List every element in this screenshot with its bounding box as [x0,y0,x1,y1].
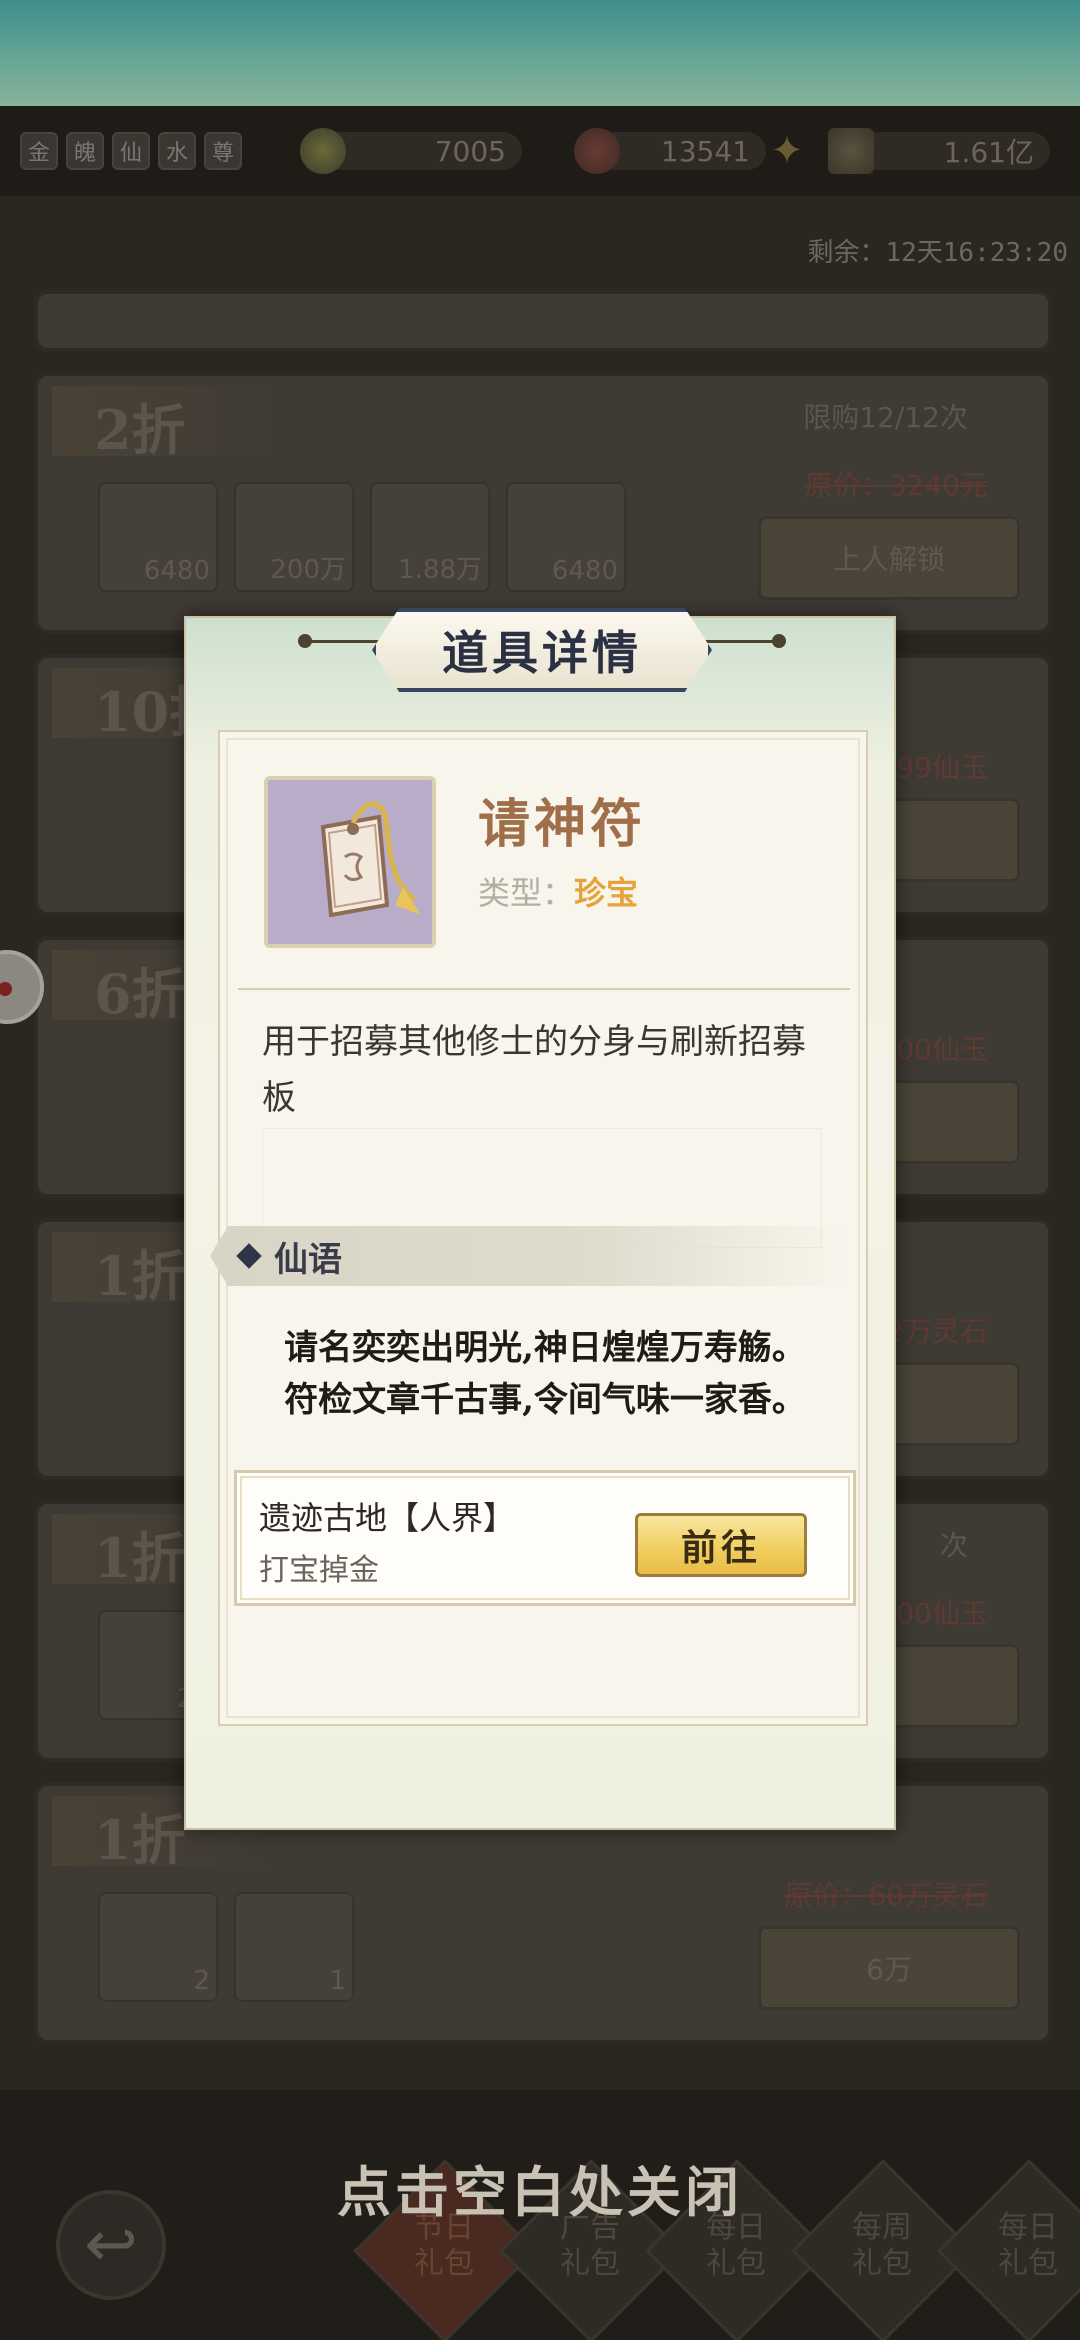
gift-item[interactable]: 6480 [506,482,626,592]
item-count: 200万 [270,555,346,585]
item-type-label: 类型： [478,874,575,912]
talisman-icon [264,776,436,948]
source-subtitle: 打宝掉金 [259,1553,379,1588]
original-price: 99仙玉 [896,751,988,784]
buff-icon-2[interactable]: 魄 [66,132,104,170]
jade-icon [574,128,620,174]
gift-card: 2折 6480 200万 1.88万 6480 限购12/12次 原价：3240… [34,372,1052,634]
currency-bar: 金 魄 仙 水 尊 7005 13541 ✦ 1.61亿 [0,106,1080,196]
close-hint[interactable]: 点击空白处关闭 [0,2148,1080,2227]
section-header-xianyu: 仙语 [210,1226,850,1286]
discount-label: 2折 [52,386,292,462]
gift-card-partial [34,290,1052,352]
buff-icons: 金 魄 仙 水 尊 [20,132,242,170]
gift-item[interactable]: 6480 [98,482,218,592]
buff-icon-5[interactable]: 尊 [204,132,242,170]
spirit-stone-amount: 1.61亿 [850,132,1050,170]
item-type-value: 珍宝 [574,874,639,912]
item-count: 6480 [143,556,210,586]
spirit-orb-amount: 7005 [322,132,522,170]
poem-line-1: 请名奕奕出明光,神日煌煌万寿觞。 [284,1328,806,1368]
item-detail-dialog: 道具详情 请神符 类型：珍宝 用于招募其他修士的分身与刷新招募板 仙语 请名奕奕… [184,608,896,1830]
go-button[interactable]: 前往 [635,1513,807,1577]
spirit-orb-currency: 7005 [300,128,522,174]
jade-currency: 13541 [574,128,766,174]
original-price: 原价：60万灵石 [784,1879,988,1912]
original-price: 原价：3240元 [804,469,988,502]
original-price: 00仙玉 [896,1597,988,1630]
buy-button[interactable]: 6万 [758,1926,1020,2010]
plus-icon[interactable]: ✦ [768,131,806,171]
flavor-poem: 请名奕奕出明光,神日煌煌万寿觞。 符检文章千古事,令间气味一家香。 [220,1322,870,1426]
item-count: 2 [193,1966,210,1996]
jade-amount: 13541 [596,132,766,170]
item-source-entry: 遗迹古地【人界】 打宝掉金 前往 [234,1470,856,1606]
purchase-limit: 限购12/12次 [803,401,968,434]
spirit-stone-icon [828,128,874,174]
buff-icon-3[interactable]: 仙 [112,132,150,170]
poem-line-2: 符检文章千古事,令间气味一家香。 [284,1380,806,1420]
jade-add[interactable]: ✦ [768,128,806,174]
gift-item[interactable]: 1.88万 [370,482,490,592]
original-price: 2万灵石 [886,1315,988,1348]
gift-item[interactable]: 1 [234,1892,354,2002]
buff-icon-4[interactable]: 水 [158,132,196,170]
purchase-limit: 次 [939,1529,968,1562]
dialog-title: 道具详情 [442,626,642,680]
item-type-row: 类型：珍宝 [478,868,638,914]
source-name: 遗迹古地【人界】 [259,1499,516,1537]
dialog-content: 请神符 类型：珍宝 用于招募其他修士的分身与刷新招募板 仙语 请名奕奕出明光,神… [210,730,870,1726]
top-banner [0,0,1080,106]
gift-item[interactable]: 200万 [234,482,354,592]
dialog-title-plate: 道具详情 [372,608,712,692]
spirit-orb-icon [300,128,346,174]
remaining-time: 剩余：12天16:23:20 [807,238,1068,268]
original-price: 00仙玉 [896,1033,988,1066]
spirit-stone-currency: 1.61亿 [828,128,1050,174]
gift-item[interactable]: 2 [98,1892,218,2002]
divider [238,988,850,990]
item-description: 用于招募其他修士的分身与刷新招募板 [262,1022,806,1118]
diamond-bullet-icon [236,1243,262,1269]
item-count: 1.88万 [398,555,482,585]
item-count: 1 [329,1966,346,1996]
buff-icon-1[interactable]: 金 [20,132,58,170]
unlock-button[interactable]: 上人解锁 [758,516,1020,600]
item-name: 请神符 [478,795,647,855]
item-count: 6480 [551,556,618,586]
section-title: 仙语 [274,1239,342,1280]
